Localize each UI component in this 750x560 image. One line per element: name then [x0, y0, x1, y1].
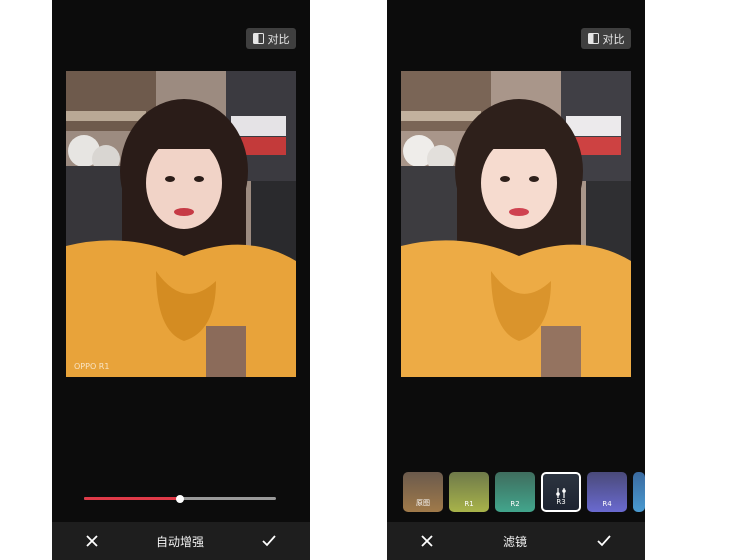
- bottom-toolbar: 滤镜: [387, 522, 645, 560]
- compare-button[interactable]: 对比: [246, 28, 296, 49]
- filter-label: R4: [602, 500, 612, 508]
- close-icon[interactable]: [86, 532, 98, 551]
- portrait-photo: OPPO R1: [66, 71, 296, 377]
- filter-r4[interactable]: R4: [587, 472, 627, 512]
- compare-button[interactable]: 对比: [581, 28, 631, 49]
- slider-fill: [84, 497, 180, 500]
- slider-thumb[interactable]: [176, 495, 184, 503]
- portrait-photo: [401, 71, 631, 377]
- filter-r2[interactable]: R2: [495, 472, 535, 512]
- filter-label: R3: [556, 498, 566, 506]
- filter-screen: 对比 原图 R1 R2 R3 R4 滤镜: [387, 0, 645, 560]
- filter-strip: 原图 R1 R2 R3 R4: [403, 472, 645, 512]
- camera-watermark: OPPO R1: [74, 362, 110, 371]
- screen-title: 滤镜: [502, 534, 527, 549]
- filter-label: 原图: [416, 499, 430, 507]
- check-icon[interactable]: [597, 532, 611, 551]
- bottom-toolbar: 自动增强: [52, 522, 310, 560]
- close-icon[interactable]: [421, 532, 433, 551]
- filter-more[interactable]: [633, 472, 645, 512]
- compare-icon: [587, 33, 599, 44]
- auto-enhance-screen: 对比 OPPO R1 自动增强: [52, 0, 310, 560]
- filter-original[interactable]: 原图: [403, 472, 443, 512]
- filter-label: R2: [510, 500, 520, 508]
- enhance-slider[interactable]: [84, 493, 276, 505]
- check-icon[interactable]: [262, 532, 276, 551]
- filter-r3[interactable]: R3: [541, 472, 581, 512]
- compare-label: 对比: [602, 32, 625, 46]
- compare-label: 对比: [267, 32, 290, 46]
- compare-icon: [252, 33, 264, 44]
- screen-title: 自动增强: [155, 534, 204, 549]
- filter-r1[interactable]: R1: [449, 472, 489, 512]
- filter-label: R1: [464, 500, 474, 508]
